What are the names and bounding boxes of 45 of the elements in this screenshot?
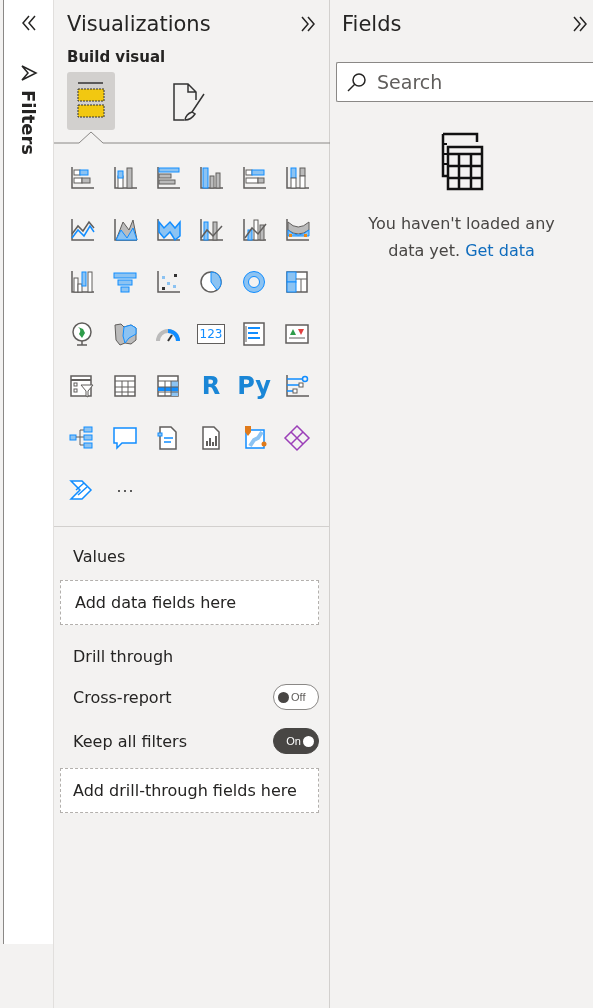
pane-title: Fields xyxy=(342,12,402,36)
section-label: Build visual xyxy=(67,48,167,66)
ribbon-chart-icon[interactable] xyxy=(283,216,311,244)
more-visuals-button[interactable]: ··· xyxy=(116,479,134,501)
percent-bar-chart-icon[interactable] xyxy=(240,164,268,192)
line-column-chart-icon[interactable] xyxy=(197,216,225,244)
clustered-column-chart-icon[interactable] xyxy=(197,164,225,192)
multi-row-card-icon[interactable] xyxy=(240,320,268,348)
scatter-chart-icon[interactable] xyxy=(154,268,182,296)
matrix-icon[interactable] xyxy=(154,372,182,400)
stacked-area-chart-icon[interactable] xyxy=(154,216,182,244)
filter-icon xyxy=(19,64,38,82)
speech-bubble-icon[interactable] xyxy=(111,424,139,452)
waterfall-chart-icon[interactable] xyxy=(68,268,96,296)
pie-chart-icon[interactable] xyxy=(197,268,225,296)
pane-title: Visualizations xyxy=(67,12,211,36)
diamond-icon[interactable] xyxy=(283,424,311,452)
stacked-bar-chart-icon[interactable] xyxy=(68,164,96,192)
slicer-icon[interactable] xyxy=(68,372,96,400)
line-chart-icon[interactable] xyxy=(68,216,96,244)
treemap-icon[interactable] xyxy=(283,268,311,296)
stacked-column-chart-icon[interactable] xyxy=(111,164,139,192)
percent-column-chart-icon[interactable] xyxy=(283,164,311,192)
filters-pane-title[interactable]: Filters xyxy=(18,90,39,156)
filled-map-icon[interactable] xyxy=(111,320,139,348)
toggle-switch[interactable]: On xyxy=(273,728,319,754)
drill-through-drop-zone[interactable]: Add drill-through fields here xyxy=(60,768,319,813)
line-column-chart-icon[interactable] xyxy=(240,216,268,244)
toggle-label: Cross-report xyxy=(73,687,172,707)
values-drop-zone[interactable]: Add data fields here xyxy=(60,580,319,625)
clustered-bar-chart-icon[interactable] xyxy=(154,164,182,192)
area-chart-icon[interactable] xyxy=(111,216,139,244)
get-data-link[interactable]: Get data xyxy=(465,241,535,261)
decomposition-tree-icon[interactable] xyxy=(68,424,96,452)
toggle-switch[interactable]: Off xyxy=(273,684,319,710)
values-label: Values xyxy=(73,547,127,566)
drill-through-label: Drill through xyxy=(73,647,175,666)
key-influencers-icon[interactable] xyxy=(283,372,311,400)
search-field[interactable]: Search xyxy=(336,62,593,102)
search-icon xyxy=(346,71,368,93)
format-brush-icon xyxy=(170,80,208,122)
toggle-label: Keep all filters xyxy=(73,731,187,751)
table-icon[interactable] xyxy=(111,372,139,400)
donut-chart-icon[interactable] xyxy=(240,268,268,296)
empty-state-message: You haven't loaded any data yet. Get data xyxy=(367,213,556,263)
